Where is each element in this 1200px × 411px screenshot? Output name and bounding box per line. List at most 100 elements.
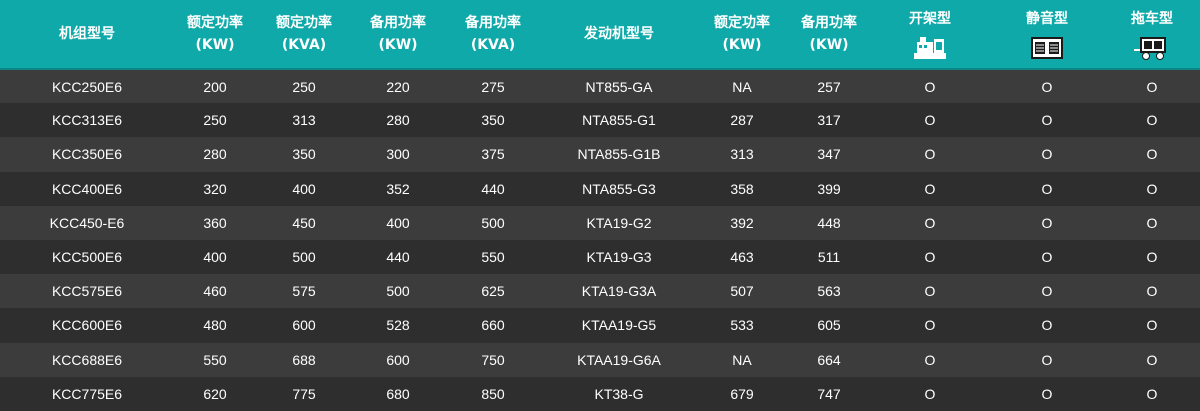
standby-kva-cell: 375 (481, 146, 505, 163)
open-frame-generator-icon (912, 33, 948, 61)
open-frame-cell: O (924, 283, 936, 300)
rated-kva-cell: 350 (292, 146, 316, 163)
trailer-cell: O (1146, 180, 1158, 197)
table-header-row: 机组型号 额定功率 (KW) 额定功率 (KVA) 备用功率 (KW) 备用功率 (KV… (0, 0, 1200, 69)
header-standby-power-kva: 备用功率 (KVA) (465, 15, 521, 53)
model-cell: KCC250E6 (51, 78, 123, 95)
engine-standby-kw-cell: 605 (817, 317, 841, 334)
open-frame-cell: O (924, 146, 936, 163)
engine-model-cell: NTA855-G1B (577, 146, 661, 163)
standby-kw-cell: 500 (386, 283, 410, 300)
header-standby-power-kw: 备用功率 (KW) (370, 15, 426, 53)
engine-rated-kw-cell: NA (732, 351, 752, 368)
engine-model-cell: KT38-G (594, 385, 644, 402)
table-row: KCC600E6 480 600 528 660 KTAA19-G5 533 605 O O O (0, 308, 1200, 343)
engine-standby-kw-cell: 347 (817, 146, 841, 163)
trailer-cell: O (1146, 385, 1158, 402)
rated-kw-cell: 280 (203, 146, 227, 163)
open-frame-cell: O (924, 214, 936, 231)
rated-kva-cell: 600 (292, 317, 316, 334)
open-frame-cell: O (924, 351, 936, 368)
table-row: KCC450-E6 360 450 400 500 KTA19-G2 392 448 O O O (0, 205, 1200, 240)
rated-kva-cell: 250 (292, 78, 316, 95)
rated-kva-cell: 400 (292, 180, 316, 197)
rated-kw-cell: 400 (203, 249, 227, 266)
open-frame-cell: O (924, 112, 936, 129)
standby-kw-cell: 680 (386, 385, 410, 402)
table-row: KCC500E6 400 500 440 550 KTA19-G3 463 511 O O O (0, 239, 1200, 275)
rated-kw-cell: 360 (203, 214, 227, 231)
header-open-frame: 开架型 (870, 0, 990, 69)
standby-kw-cell: 400 (386, 214, 410, 231)
rated-kw-cell: 200 (203, 78, 227, 95)
silent-cell: O (1041, 351, 1053, 368)
trailer-cell: O (1146, 283, 1158, 300)
rated-kva-cell: 775 (292, 385, 316, 402)
standby-kva-cell: 500 (481, 214, 505, 231)
standby-kw-cell: 280 (386, 112, 410, 129)
table-row: KCC688E6 550 688 600 750 KTAA19-G6A NA 664 O O O (0, 342, 1200, 377)
silent-cell: O (1041, 78, 1053, 95)
engine-rated-kw-cell: 313 (730, 146, 754, 163)
header-engine-standby-power-kw: 备用功率 (KW) (801, 15, 857, 53)
engine-rated-kw-cell: 287 (730, 112, 754, 129)
trailer-cell: O (1146, 146, 1158, 163)
model-cell: KCC500E6 (51, 249, 123, 266)
standby-kw-cell: 300 (386, 146, 410, 163)
engine-standby-kw-cell: 747 (817, 385, 841, 402)
standby-kw-cell: 220 (386, 78, 410, 95)
rated-kw-cell: 320 (203, 180, 227, 197)
silent-cell: O (1041, 317, 1053, 334)
engine-model-cell: NT855-GA (585, 78, 653, 95)
model-cell: KCC350E6 (51, 146, 123, 163)
open-frame-cell: O (924, 180, 936, 197)
standby-kva-cell: 275 (481, 78, 505, 95)
engine-rated-kw-cell: 507 (730, 283, 754, 300)
engine-standby-kw-cell: 399 (817, 180, 841, 197)
header-rated-power-kw: 额定功率 (KW) (187, 15, 243, 53)
model-cell: KCC313E6 (51, 112, 123, 129)
header-engine-model: 发动机型号 (584, 26, 654, 42)
model-cell: KCC450-E6 (49, 214, 125, 231)
standby-kw-cell: 352 (386, 180, 410, 197)
rated-kva-cell: 575 (292, 283, 316, 300)
standby-kva-cell: 750 (481, 351, 505, 368)
standby-kva-cell: 850 (481, 385, 505, 402)
silent-cell: O (1041, 180, 1053, 197)
trailer-cell: O (1146, 317, 1158, 334)
open-frame-cell: O (924, 385, 936, 402)
silent-cell: O (1041, 283, 1053, 300)
engine-model-cell: KTA19-G2 (586, 214, 652, 231)
model-cell: KCC600E6 (51, 317, 123, 334)
engine-standby-kw-cell: 317 (817, 112, 841, 129)
engine-model-cell: NTA855-G3 (582, 180, 656, 197)
rated-kw-cell: 620 (203, 385, 227, 402)
standby-kva-cell: 440 (481, 180, 505, 197)
standby-kw-cell: 600 (386, 351, 410, 368)
rated-kva-cell: 688 (292, 351, 316, 368)
open-frame-cell: O (924, 78, 936, 95)
engine-model-cell: KTAA19-G5 (581, 317, 657, 334)
trailer-cell: O (1146, 112, 1158, 129)
engine-rated-kw-cell: 463 (730, 249, 754, 266)
trailer-cell: O (1146, 351, 1158, 368)
engine-standby-kw-cell: 664 (817, 351, 841, 368)
table-row: KCC775E6 620 775 680 850 KT38-G 679 747 O O O (0, 376, 1200, 411)
engine-standby-kw-cell: 511 (817, 249, 841, 266)
engine-rated-kw-cell: 679 (730, 385, 754, 402)
header-trailer: 拖车型 (1104, 0, 1200, 69)
table-row: KCC250E6 200 250 220 275 NT855-GA NA 257 O O O (0, 69, 1200, 104)
header-engine-rated-power-kw: 额定功率 (KW) (714, 15, 770, 53)
rated-kva-cell: 500 (292, 249, 316, 266)
table-body: KCC250E6 200 250 220 275 NT855-GA NA 257 O O O KCC3… (0, 69, 1200, 411)
engine-rated-kw-cell: 358 (730, 180, 754, 197)
rated-kw-cell: 460 (203, 283, 227, 300)
rated-kw-cell: 550 (203, 351, 227, 368)
silent-cell: O (1041, 385, 1053, 402)
rated-kva-cell: 313 (292, 112, 316, 129)
engine-standby-kw-cell: 448 (817, 214, 841, 231)
header-silent: 静音型 (990, 0, 1104, 69)
silent-cell: O (1041, 249, 1053, 266)
trailer-cell: O (1146, 214, 1158, 231)
table-row: KCC400E6 320 400 352 440 NTA855-G3 358 399 O O O (0, 171, 1200, 206)
